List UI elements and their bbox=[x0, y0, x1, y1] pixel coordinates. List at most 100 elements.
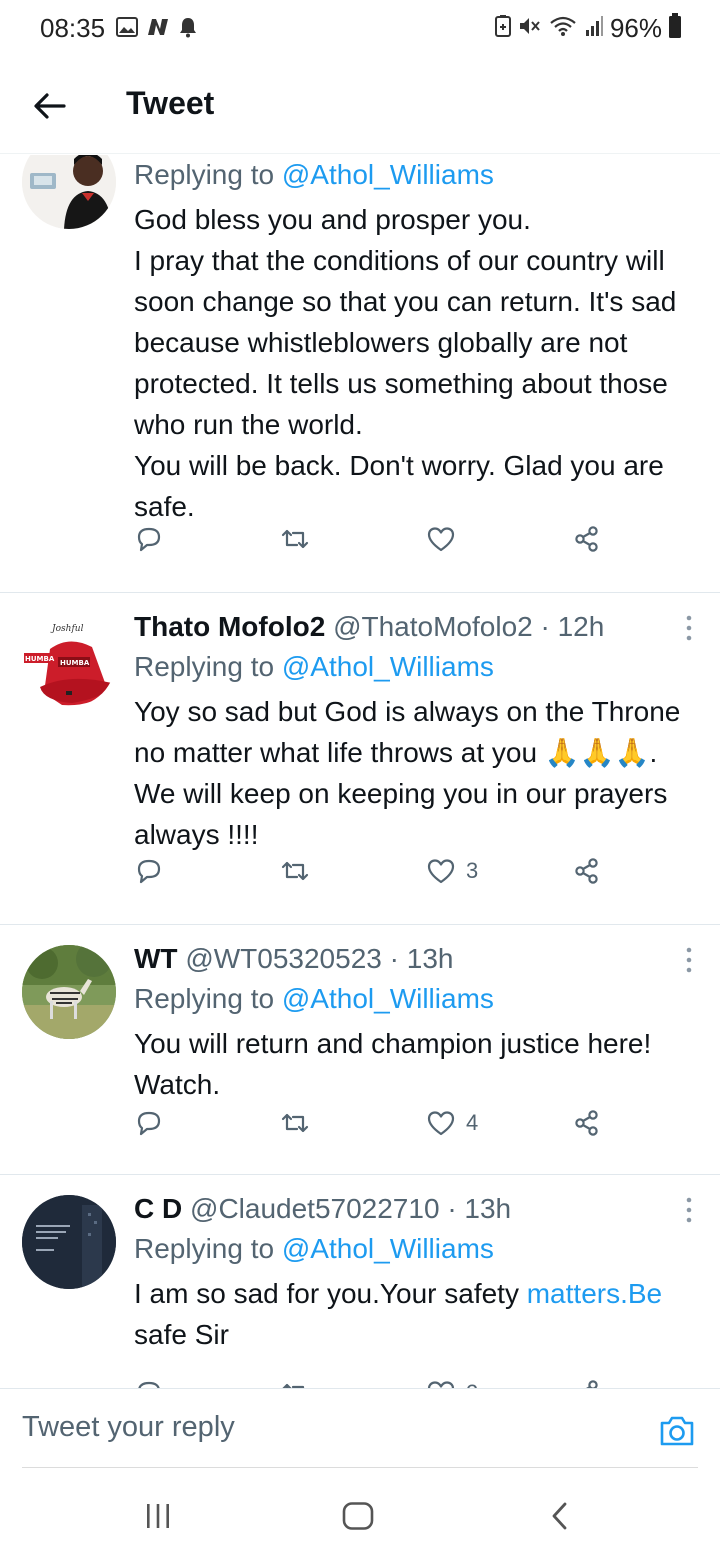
home-icon bbox=[342, 1502, 374, 1530]
replying-to-line: Replying to @Athol_Williams bbox=[134, 647, 694, 687]
status-notification-icons bbox=[116, 16, 198, 43]
retweet-button[interactable] bbox=[280, 851, 310, 891]
tweet-item[interactable]: Replying to @Athol_Williams God bless yo… bbox=[0, 155, 720, 593]
system-nav-bar bbox=[0, 1468, 720, 1560]
more-options-icon[interactable] bbox=[682, 613, 696, 643]
display-name[interactable]: WT bbox=[134, 943, 178, 974]
like-button[interactable]: 2 bbox=[426, 1373, 478, 1388]
like-button[interactable]: 4 bbox=[426, 1103, 478, 1143]
battery-percent: 96% bbox=[609, 13, 662, 43]
replying-to-label: Replying to bbox=[134, 983, 282, 1014]
arrow-left-icon bbox=[34, 93, 66, 119]
tweet-time: · 13h bbox=[447, 1193, 512, 1224]
share-icon bbox=[575, 526, 598, 552]
reply-button[interactable] bbox=[134, 851, 164, 891]
tweet-actions: 2 bbox=[134, 1373, 614, 1388]
replies-feed[interactable]: Replying to @Athol_Williams God bless yo… bbox=[0, 155, 720, 1388]
tweet-actions: 3 bbox=[134, 851, 614, 891]
retweet-icon bbox=[281, 1113, 309, 1133]
like-count: 2 bbox=[466, 1380, 478, 1388]
battery-saver-icon bbox=[494, 14, 512, 43]
avatar[interactable]: Joshful HUMBA HUMBA bbox=[22, 613, 116, 707]
user-handle[interactable]: @ThatoMofolo2 bbox=[333, 611, 533, 642]
bell-icon bbox=[178, 16, 198, 43]
tweet-actions bbox=[134, 519, 614, 559]
like-button[interactable] bbox=[426, 519, 466, 559]
back-button[interactable] bbox=[30, 86, 70, 126]
share-button[interactable] bbox=[572, 1373, 602, 1388]
more-options-icon[interactable] bbox=[682, 1195, 696, 1225]
tweet-link[interactable]: matters.Be bbox=[527, 1278, 662, 1309]
heart-icon bbox=[427, 859, 455, 884]
replying-to-label: Replying to bbox=[134, 159, 282, 190]
tweet-item[interactable]: Joshful HUMBA HUMBA Thato Mofolo2 @Thato… bbox=[0, 593, 720, 925]
avatar-image bbox=[22, 945, 116, 1039]
app-header: Tweet bbox=[0, 58, 720, 154]
share-icon bbox=[586, 1380, 598, 1388]
reply-button[interactable] bbox=[134, 1103, 164, 1143]
avatar[interactable] bbox=[22, 945, 116, 1039]
heart-icon bbox=[427, 1111, 455, 1136]
tweet-text: I am so sad for you.Your safety matters.… bbox=[134, 1273, 694, 1355]
replying-to-handle[interactable]: @Athol_Williams bbox=[282, 159, 494, 190]
camera-icon bbox=[660, 1416, 694, 1446]
like-count: 4 bbox=[466, 1110, 479, 1135]
avatar[interactable] bbox=[22, 1195, 116, 1289]
tweet-time: · 13h bbox=[389, 943, 454, 974]
share-button[interactable] bbox=[572, 1103, 602, 1143]
tweet-actions: 4 bbox=[134, 1103, 614, 1143]
nav-back-button[interactable] bbox=[548, 1502, 572, 1535]
gallery-icon bbox=[116, 17, 138, 42]
home-button[interactable] bbox=[342, 1502, 374, 1535]
tweet-header: WT @WT05320523 · 13h bbox=[134, 939, 694, 979]
heart-icon bbox=[427, 527, 455, 552]
signal-icon bbox=[584, 15, 604, 42]
share-button[interactable] bbox=[572, 519, 602, 559]
user-handle[interactable]: @WT05320523 bbox=[185, 943, 382, 974]
n-app-icon bbox=[146, 17, 170, 42]
tweet-text: Yoy so sad but God is always on the Thro… bbox=[134, 696, 689, 850]
display-name[interactable]: Thato Mofolo2 bbox=[134, 611, 325, 642]
reply-input[interactable]: Tweet your reply bbox=[22, 1411, 235, 1444]
share-icon bbox=[575, 1110, 598, 1136]
replying-to-label: Replying to bbox=[134, 1233, 282, 1264]
reply-button[interactable] bbox=[134, 519, 164, 559]
avatar-image bbox=[22, 1195, 116, 1289]
retweet-button[interactable] bbox=[280, 1373, 310, 1388]
tweet-item[interactable]: WT @WT05320523 · 13h Replying to @Athol_… bbox=[0, 925, 720, 1175]
back-icon bbox=[552, 1502, 567, 1530]
status-bar: 08:35 96% bbox=[0, 0, 720, 58]
avatar-text: Joshful bbox=[50, 624, 84, 634]
replying-to-line: Replying to @Athol_Williams bbox=[134, 155, 694, 195]
more-options-icon[interactable] bbox=[682, 945, 696, 975]
retweet-icon bbox=[281, 861, 309, 881]
retweet-button[interactable] bbox=[280, 1103, 310, 1143]
reply-button[interactable] bbox=[134, 1373, 164, 1388]
recent-apps-icon bbox=[147, 1504, 169, 1528]
replying-to-line: Replying to @Athol_Williams bbox=[134, 1229, 694, 1269]
recent-apps-button[interactable] bbox=[144, 1502, 172, 1535]
tweet-item[interactable]: C D @Claudet57022710 · 13h Replying to @… bbox=[0, 1175, 720, 1388]
battery-icon bbox=[668, 13, 682, 44]
reply-icon bbox=[138, 1381, 160, 1388]
replying-to-handle[interactable]: @Athol_Williams bbox=[282, 1233, 494, 1264]
share-button[interactable] bbox=[572, 851, 602, 891]
replying-to-handle[interactable]: @Athol_Williams bbox=[282, 651, 494, 682]
like-count: 3 bbox=[466, 858, 479, 883]
status-system-icons: 96% bbox=[494, 13, 682, 44]
display-name[interactable]: C D bbox=[134, 1193, 182, 1224]
replying-to-line: Replying to @Athol_Williams bbox=[134, 979, 694, 1019]
retweet-button[interactable] bbox=[280, 519, 310, 559]
reply-icon bbox=[137, 1111, 161, 1136]
heart-icon bbox=[427, 1381, 455, 1388]
like-button[interactable]: 3 bbox=[426, 851, 478, 891]
replying-to-handle[interactable]: @Athol_Williams bbox=[282, 983, 494, 1014]
avatar[interactable] bbox=[22, 155, 116, 229]
retweet-icon bbox=[282, 1383, 305, 1388]
camera-button[interactable] bbox=[658, 1413, 696, 1449]
reply-icon bbox=[137, 859, 161, 884]
user-handle[interactable]: @Claudet57022710 bbox=[190, 1193, 440, 1224]
avatar-image bbox=[22, 155, 116, 229]
share-icon bbox=[575, 858, 598, 884]
tweet-text: You will return and champion justice her… bbox=[134, 1028, 660, 1100]
